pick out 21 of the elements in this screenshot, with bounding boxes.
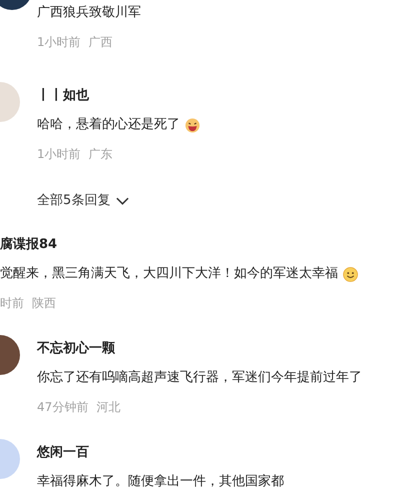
user-name[interactable]: 丨丨如也 (37, 86, 420, 106)
comment-text: 哈哈，悬着的心还是死了 (37, 116, 180, 134)
location-label: 广西 (88, 34, 113, 51)
comment-text: 你忘了还有呜嘀高超声速飞行器，军迷们今年提前过年了 (37, 369, 362, 387)
time-label: 47分钟前 (37, 399, 88, 416)
show-replies-link[interactable]: 全部5条回复 (37, 191, 130, 211)
comment-text: 广西狼兵致敬川军 (37, 4, 141, 22)
smile-emoji-icon (343, 266, 358, 282)
user-name[interactable]: 不忘初心一颗 (37, 339, 420, 359)
location-label: 陕西 (32, 295, 56, 312)
chevron-down-icon (116, 197, 130, 205)
laughing-emoji-icon (185, 118, 200, 132)
location-label: 河北 (96, 399, 120, 416)
time-label: 1小时前 (37, 146, 81, 163)
location-label: 广东 (88, 146, 113, 163)
comment-text: 觉醒来，黑三角满天飞，大四川下大洋！如今的军迷太幸福 (0, 265, 338, 283)
comment-text: 幸福得麻木了。随便拿出一件，其他国家都 (37, 473, 284, 491)
user-name[interactable]: 悠闲一百 (37, 443, 420, 463)
time-label: 时前 (0, 295, 24, 312)
time-label: 1小时前 (37, 34, 81, 51)
user-name[interactable]: 腐谍报84 (0, 235, 420, 255)
